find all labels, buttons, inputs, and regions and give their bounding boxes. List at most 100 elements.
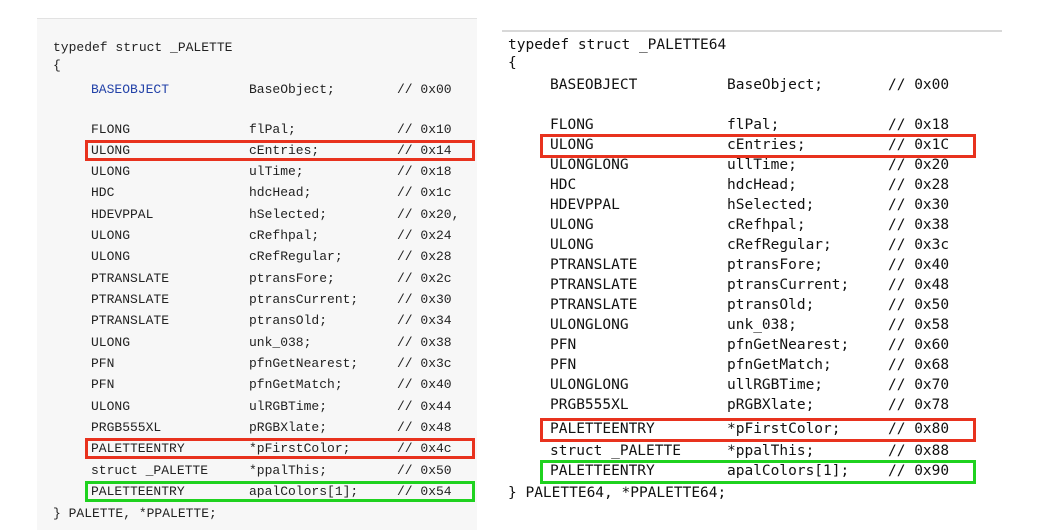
field-name: hdcHead; [249, 185, 312, 200]
highlight-box-pfirstcolor [540, 418, 976, 442]
field-name: ptransOld; [249, 313, 328, 328]
field-offset: // 0x48 [888, 277, 950, 293]
palette-struct-panel: typedef struct _PALETTE { BASEOBJECT Bas… [37, 18, 477, 530]
field-offset: // 0x60 [888, 337, 950, 353]
field-offset: // 0x20 [888, 157, 950, 173]
field-offset: // 0x88 [888, 443, 950, 459]
field-offset: // 0x70 [888, 377, 950, 393]
field-type: ULONGLONG [550, 377, 629, 393]
field-type: PTRANSLATE [550, 277, 638, 293]
field-offset: // 0x1c [397, 185, 452, 200]
field-type: BASEOBJECT [91, 82, 170, 97]
field-name: hSelected; [249, 207, 328, 222]
highlight-box-pfirstcolor [85, 438, 475, 459]
field-type: HDEVPPAL [91, 207, 154, 222]
field-type: PTRANSLATE [550, 297, 638, 313]
field-offset: // 0x28 [888, 177, 950, 193]
field-name: cRefRegular; [249, 249, 343, 264]
field-type: FLONG [91, 122, 131, 137]
field-type: ULONG [91, 164, 131, 179]
field-name: pRGBXlate; [727, 397, 815, 413]
field-name: *ppalThis; [727, 443, 815, 459]
field-offset: // 0x10 [397, 122, 452, 137]
field-type: PTRANSLATE [550, 257, 638, 273]
field-type: HDC [91, 185, 115, 200]
field-name: pfnGetNearest; [727, 337, 850, 353]
field-name: ulRGBTime; [249, 399, 328, 414]
field-offset: // 0x3c [397, 356, 452, 371]
field-type: PTRANSLATE [91, 313, 170, 328]
field-type: HDC [550, 177, 577, 193]
field-name: *ppalThis; [249, 463, 328, 478]
field-offset: // 0x40 [397, 377, 452, 392]
field-offset: // 0x44 [397, 399, 452, 414]
field-type: ULONG [91, 249, 131, 264]
field-type: ULONGLONG [550, 317, 629, 333]
field-name: BaseObject; [727, 77, 824, 93]
field-type: struct _PALETTE [91, 463, 209, 478]
field-name: flPal; [249, 122, 296, 137]
field-name: ullTime; [727, 157, 797, 173]
field-type: ULONG [550, 217, 594, 233]
field-name: ptransFore; [727, 257, 824, 273]
field-name: cRefRegular; [727, 237, 832, 253]
field-type: PFN [550, 357, 577, 373]
field-name: ulTime; [249, 164, 304, 179]
field-type: PFN [91, 356, 115, 371]
field-offset: // 0x20, [397, 207, 460, 222]
highlight-box-apalcolors [85, 481, 475, 502]
field-type: HDEVPPAL [550, 197, 620, 213]
field-name: unk_038; [727, 317, 797, 333]
field-offset: // 0x24 [397, 228, 452, 243]
field-offset: // 0x48 [397, 420, 452, 435]
field-type: ULONG [550, 237, 594, 253]
field-offset: // 0x50 [397, 463, 452, 478]
field-offset: // 0x38 [888, 217, 950, 233]
field-type: PRGB555XL [91, 420, 162, 435]
field-name: cRefhpal; [727, 217, 806, 233]
field-name: flPal; [727, 117, 780, 133]
field-name: pfnGetNearest; [249, 356, 359, 371]
field-type: ULONG [91, 399, 131, 414]
field-type: struct _PALETTE [550, 443, 681, 459]
field-offset: // 0x50 [888, 297, 950, 313]
field-type: PFN [550, 337, 577, 353]
struct-header: typedef struct _PALETTE64 [508, 37, 727, 53]
field-name: ptransFore; [249, 271, 335, 286]
open-brace: { [508, 55, 517, 71]
field-type: PTRANSLATE [91, 292, 170, 307]
field-type: FLONG [550, 117, 594, 133]
highlight-box-centries [85, 140, 475, 161]
field-name: pRGBXlate; [249, 420, 328, 435]
field-name: hSelected; [727, 197, 815, 213]
field-offset: // 0x00 [397, 82, 452, 97]
field-name: unk_038; [249, 335, 312, 350]
field-offset: // 0x28 [397, 249, 452, 264]
field-offset: // 0x58 [888, 317, 950, 333]
field-type: PRGB555XL [550, 397, 629, 413]
open-brace: { [53, 58, 61, 73]
field-offset: // 0x3c [888, 237, 950, 253]
struct-footer: } PALETTE64, *PPALETTE64; [508, 485, 727, 501]
field-type: ULONGLONG [550, 157, 629, 173]
field-offset: // 0x18 [888, 117, 950, 133]
struct-footer: } PALETTE, *PPALETTE; [53, 506, 217, 521]
field-type: ULONG [91, 228, 131, 243]
highlight-box-apalcolors [540, 460, 976, 484]
field-offset: // 0x68 [888, 357, 950, 373]
field-name: ullRGBTime; [727, 377, 824, 393]
field-type: BASEOBJECT [550, 77, 638, 93]
field-type: ULONG [91, 335, 131, 350]
field-name: pfnGetMatch; [727, 357, 832, 373]
field-type: PFN [91, 377, 115, 392]
field-name: ptransCurrent; [727, 277, 850, 293]
field-type: PTRANSLATE [91, 271, 170, 286]
field-name: BaseObject; [249, 82, 335, 97]
field-offset: // 0x38 [397, 335, 452, 350]
field-offset: // 0x78 [888, 397, 950, 413]
palette64-struct-panel: typedef struct _PALETTE64 { BASEOBJECT B… [502, 30, 1002, 530]
field-name: pfnGetMatch; [249, 377, 343, 392]
field-offset: // 0x18 [397, 164, 452, 179]
highlight-box-centries [540, 134, 976, 158]
field-offset: // 0x30 [397, 292, 452, 307]
